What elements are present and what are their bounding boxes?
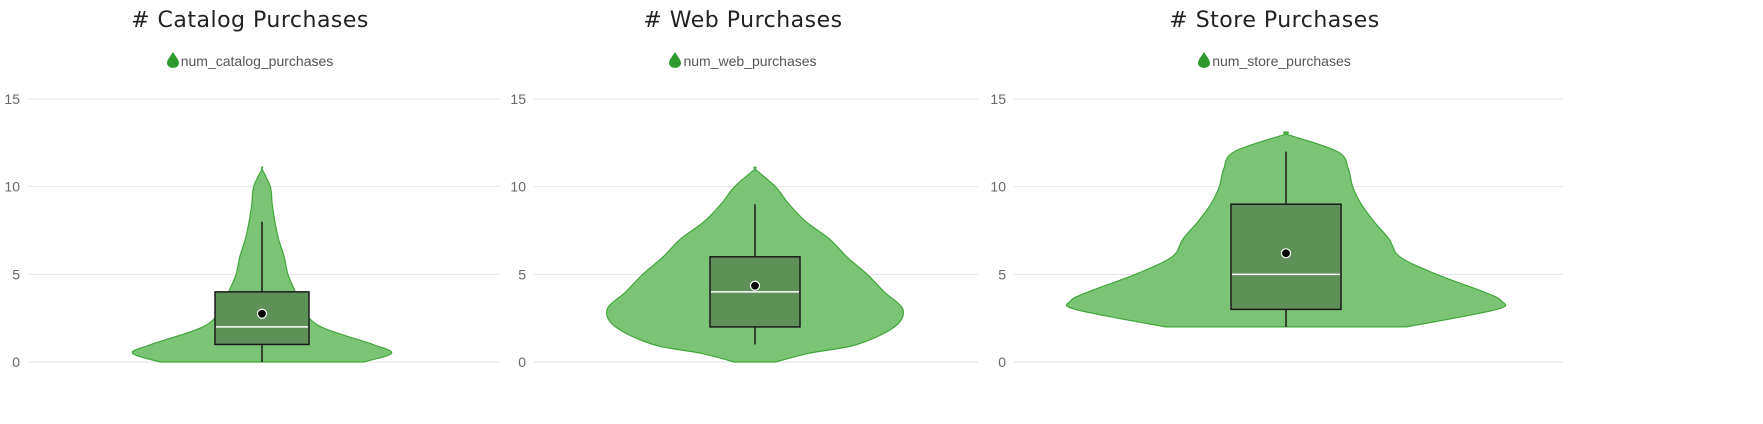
y-tick-label: 15 <box>4 91 20 107</box>
violin-plot-store: 0 5 10 15 <box>990 91 1563 370</box>
y-tick-label: 0 <box>12 354 20 370</box>
y-tick-label: 5 <box>998 266 1006 282</box>
panel-catalog-purchases: # Catalog Purchases num_catalog_purchase… <box>0 0 500 424</box>
y-tick-label: 10 <box>510 179 526 195</box>
y-tick-label: 5 <box>518 266 526 282</box>
violin-plot-catalog: 0 5 10 15 <box>4 91 500 370</box>
y-tick-label: 10 <box>4 179 20 195</box>
y-tick-label: 0 <box>518 354 526 370</box>
panel-store-purchases: # Store Purchases num_store_purchases 05… <box>986 0 1563 424</box>
mean-point <box>749 280 761 291</box>
mean-point <box>256 308 268 319</box>
panel-web-purchases: # Web Purchases num_web_purchases 0 5 10 15 <box>506 0 980 424</box>
y-tick-label: 15 <box>990 91 1006 107</box>
violin-plot-web: 0 5 10 15 <box>510 91 978 370</box>
y-tick-label: 15 <box>510 91 526 107</box>
mean-point <box>1280 248 1292 259</box>
y-tick-label: 0 <box>998 354 1006 370</box>
y-tick-label: 10 <box>990 179 1006 195</box>
y-tick-label: 5 <box>12 266 20 282</box>
